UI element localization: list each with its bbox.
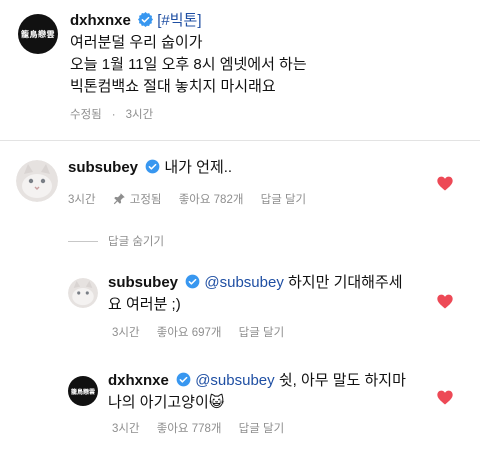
hide-replies-dash: [68, 240, 98, 242]
heart-icon[interactable]: [437, 176, 453, 191]
reply-time: 3시간: [112, 327, 140, 339]
comment-text-line: subsubey 내가 언제..: [68, 157, 448, 179]
verified-badge-icon: [145, 159, 160, 174]
reply-item: subsubey @subsubey 하지만 기대해주세 요 여러분 ;) 3시…: [68, 270, 480, 340]
reply-meta: 3시간 좋아요 697개 답글 달기: [112, 324, 298, 340]
caption-first-line: dxhxnxe [#빅톤]: [70, 10, 450, 32]
comment-item: subsubey 내가 언제.. 3시간 고정됨 좋아요 782개 답글 달기: [16, 152, 476, 212]
comment-meta: 3시간 고정됨 좋아요 782개 답글 달기: [68, 191, 448, 207]
like-count[interactable]: 좋아요 697개: [157, 324, 222, 340]
reply-username[interactable]: dxhxnxe: [108, 372, 169, 389]
reply-button[interactable]: 답글 달기: [239, 420, 285, 436]
reply-text: subsubey @subsubey 하지만 기대해주세: [108, 272, 408, 294]
heart-icon[interactable]: [437, 390, 453, 405]
reply-text-part: 쉿, 아무 말도 하지마: [274, 372, 406, 389]
reply-meta: 3시간 좋아요 778개 답글 달기: [112, 420, 298, 436]
reply-text-line: 나의 아기고양이😺: [108, 394, 225, 411]
comment-text: 내가 언제..: [164, 159, 233, 176]
caption-line: 오늘 1월 11일 오후 8시 엠넷에서 하는: [70, 56, 307, 73]
hide-replies-toggle[interactable]: 답글 숨기기: [68, 233, 164, 249]
mention-link[interactable]: @subsubey: [204, 274, 283, 291]
like-count[interactable]: 좋아요 778개: [157, 420, 222, 436]
post-time: 3시간: [125, 109, 154, 121]
comment-time: 3시간: [68, 194, 96, 206]
reply-text-line: 요 여러분 ;): [108, 296, 181, 313]
verified-badge-icon: [185, 274, 200, 289]
hide-replies-label: 답글 숨기기: [108, 236, 165, 248]
pinned-indicator: 고정됨: [113, 191, 162, 207]
cat-avatar[interactable]: [16, 160, 58, 202]
reply-item: 籠鳥戀雲 dxhxnxe @subsubey 쉿, 아무 말도 하지마 나의 아…: [68, 368, 480, 440]
like-count[interactable]: 좋아요 782개: [179, 191, 244, 207]
cat-avatar[interactable]: [68, 278, 98, 308]
reply-time: 3시간: [112, 423, 140, 435]
edited-label: 수정됨: [70, 109, 102, 121]
post-author-username[interactable]: dxhxnxe: [70, 12, 131, 29]
divider: [0, 140, 480, 141]
hashtag-link[interactable]: [#빅톤]: [157, 12, 201, 29]
caption-line: 여러분덜 우리 숩이가: [70, 34, 203, 51]
heart-icon[interactable]: [437, 294, 453, 309]
reply-text-part: 하지만 기대해주세: [283, 274, 403, 291]
mention-link[interactable]: @subsubey: [195, 372, 274, 389]
comment-username[interactable]: subsubey: [68, 159, 138, 176]
verified-badge-icon: [176, 372, 191, 387]
reply-username[interactable]: subsubey: [108, 274, 178, 291]
reply-text: dxhxnxe @subsubey 쉿, 아무 말도 하지마: [108, 370, 428, 392]
reply-author-avatar[interactable]: 籠鳥戀雲: [68, 376, 98, 406]
caption-line: 빅톤컴백쇼 절대 놓치지 마시래요: [70, 78, 276, 95]
reply-button[interactable]: 답글 달기: [239, 324, 285, 340]
pinned-label: 고정됨: [129, 194, 162, 206]
verified-badge-icon: [138, 12, 154, 27]
post-author-avatar[interactable]: 籠鳥戀雲: [18, 14, 58, 54]
post-caption-body: dxhxnxe [#빅톤] 여러분덜 우리 숩이가 오늘 1월 11일 오후 8…: [70, 10, 450, 122]
post-meta: 수정됨 · 3시간: [70, 109, 154, 121]
reply-button[interactable]: 답글 달기: [261, 191, 307, 207]
pin-icon: [113, 193, 125, 205]
